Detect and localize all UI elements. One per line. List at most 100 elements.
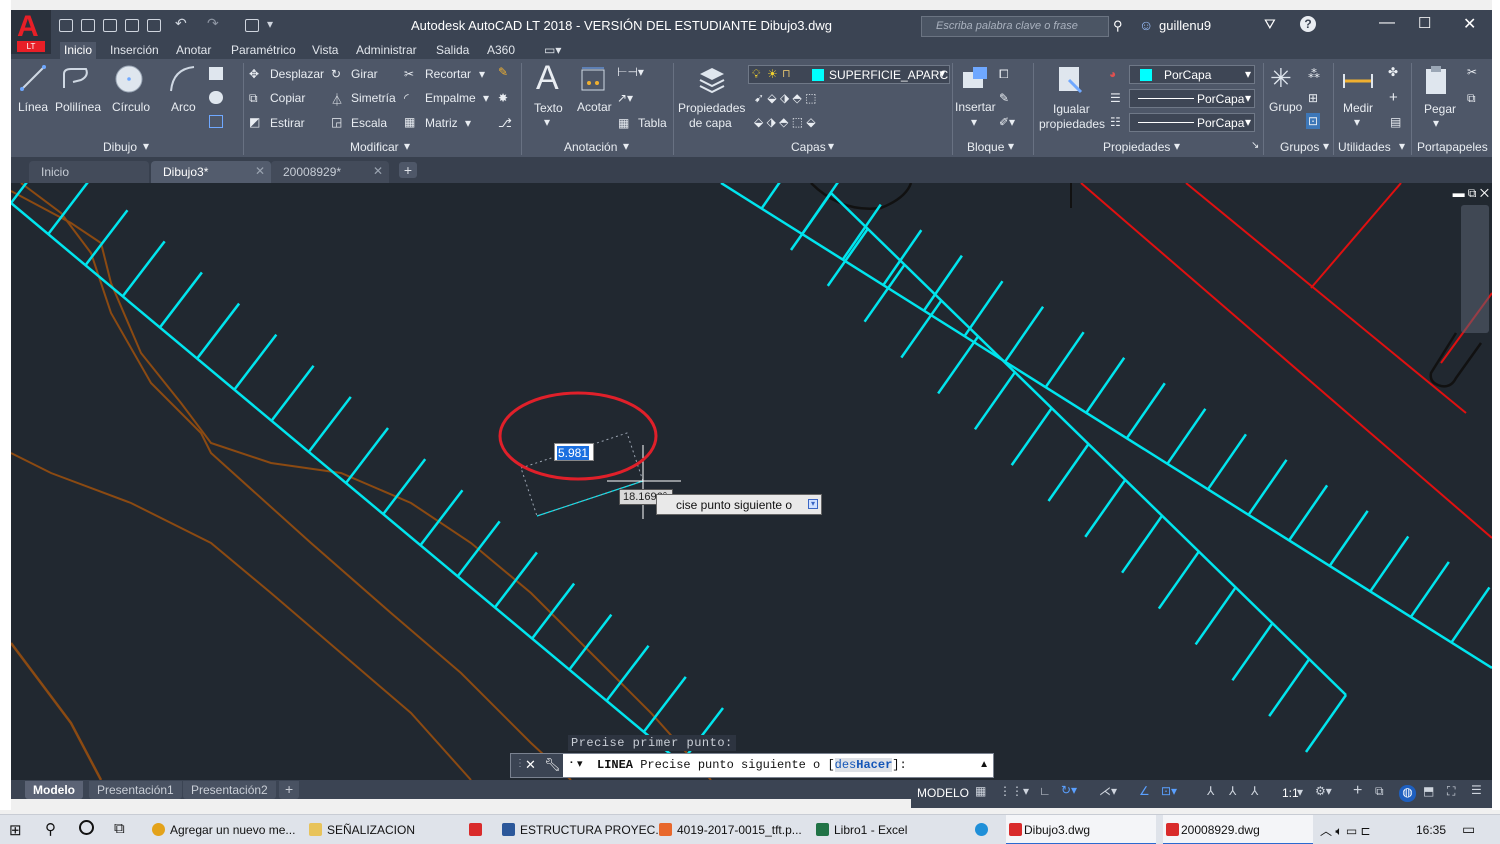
chevron-down-icon[interactable]: ▾: [404, 139, 410, 153]
maximize-button[interactable]: ☐: [1418, 14, 1431, 32]
restore-viewport-icon[interactable]: ⧉: [1468, 186, 1477, 200]
close-icon[interactable]: ✕: [255, 164, 265, 178]
application-menu-button[interactable]: A LT: [11, 10, 51, 54]
user-name[interactable]: guillenu9: [1159, 18, 1211, 33]
array-button[interactable]: Matriz: [425, 116, 458, 130]
chevron-down-icon[interactable]: ▾: [1433, 116, 1439, 130]
move-button[interactable]: Desplazar: [270, 67, 324, 81]
dimension-button[interactable]: Acotar: [577, 100, 612, 114]
tab-inicio[interactable]: Inicio: [60, 42, 97, 59]
table-button[interactable]: Tabla: [638, 116, 667, 130]
chevron-down-icon[interactable]: ▾: [143, 139, 149, 153]
match-properties-label-1[interactable]: Igualar: [1053, 102, 1090, 116]
isometric-icon[interactable]: ⋌▾: [1099, 784, 1117, 798]
chevron-down-icon[interactable]: ▾: [1297, 785, 1312, 799]
doc-tab-20008929[interactable]: 20008929* ✕: [271, 161, 389, 183]
tab-administrar[interactable]: Administrar: [356, 43, 417, 57]
copy-button[interactable]: Copiar: [270, 91, 305, 105]
navigation-bar[interactable]: [1461, 205, 1489, 333]
group-edit-icon[interactable]: ⊞: [1308, 91, 1318, 105]
taskbar-app-20008929[interactable]: 20008929.dwg: [1163, 815, 1313, 844]
chevron-down-icon[interactable]: ▾: [1174, 139, 1180, 153]
customization-menu-icon[interactable]: ☰: [1471, 783, 1486, 797]
group-button[interactable]: Grupo: [1269, 100, 1302, 114]
taskbar-app-acrobat[interactable]: [466, 815, 482, 844]
notifications-icon[interactable]: ▭: [1462, 821, 1475, 838]
insert-button[interactable]: Insertar: [955, 100, 996, 114]
taskbar-app-excel[interactable]: Libro1 - Excel: [816, 815, 907, 844]
units-icon[interactable]: ⧉: [1375, 784, 1390, 798]
object-snap-tracking-icon[interactable]: ∠: [1139, 784, 1154, 798]
chevron-down-icon[interactable]: ▾: [479, 67, 485, 81]
undo-option[interactable]: desHacer: [834, 758, 893, 772]
recent-commands-icon[interactable]: ⠂▾: [569, 757, 583, 770]
command-line[interactable]: ⋮ ✕ 🔧︎ ⠂▾ LINEA Precise punto siguiente …: [510, 753, 994, 778]
open-file-icon[interactable]: [81, 19, 95, 32]
panel-label-portapapeles[interactable]: Portapapeles: [1417, 140, 1488, 154]
binoculars-icon[interactable]: ⚲: [1113, 18, 1123, 34]
annotation-scale-icon[interactable]: ⅄: [1251, 784, 1266, 798]
new-tab-plus-icon[interactable]: +: [399, 162, 417, 178]
measure-button[interactable]: Medir: [1343, 101, 1373, 115]
taskbar-app-pdf[interactable]: 4019-2017-0015_tft.p...: [659, 815, 802, 844]
drawing-canvas[interactable]: 5.981 18.1696° cise punto siguiente o ▾ …: [11, 183, 1492, 780]
options-arrow-icon[interactable]: ▾: [808, 499, 818, 509]
trim-button[interactable]: Recortar: [425, 67, 471, 81]
quick-properties-icon[interactable]: ◍: [1399, 785, 1416, 802]
annotation-monitor-icon[interactable]: +: [1353, 782, 1368, 799]
group-selection-icon[interactable]: ⊡: [1306, 113, 1321, 129]
explode-icon[interactable]: ✸: [498, 91, 508, 105]
linear-dimension-icon[interactable]: ⊢⊣▾: [617, 65, 644, 79]
close-icon[interactable]: ✕: [525, 757, 536, 773]
annotation-visibility-icon[interactable]: ⅄: [1207, 784, 1222, 798]
object-snap-icon[interactable]: ⊡▾: [1161, 784, 1177, 798]
save-as-icon[interactable]: [125, 19, 139, 32]
linetype-dropdown[interactable]: PorCapa ▾: [1129, 113, 1255, 132]
region-icon[interactable]: [209, 115, 223, 128]
taskbar-app-edge[interactable]: [973, 815, 991, 844]
copy-clip-icon[interactable]: ⧉: [1467, 91, 1476, 106]
close-icon[interactable]: ✕: [373, 164, 383, 178]
tab-a360[interactable]: A360: [487, 43, 515, 57]
color-dropdown[interactable]: PorCapa ▾: [1129, 65, 1255, 84]
grid-icon[interactable]: ▦: [975, 784, 990, 798]
panel-label-anotacion[interactable]: Anotación: [564, 140, 617, 154]
dynamic-input-field[interactable]: 5.981: [554, 443, 594, 461]
layer-properties-label-1[interactable]: Propiedades: [678, 101, 745, 115]
taskbar-app-explorer[interactable]: SEÑALIZACION: [309, 815, 415, 844]
layer-properties-label-2[interactable]: de capa: [689, 116, 732, 130]
windows-start-icon[interactable]: ⊞: [9, 821, 22, 839]
stretch-button[interactable]: Estirar: [270, 116, 305, 130]
calculator-icon[interactable]: ▤: [1390, 115, 1401, 129]
fullscreen-icon[interactable]: ⛶: [1447, 784, 1462, 798]
circle-button[interactable]: Círculo: [112, 100, 150, 114]
fillet-button[interactable]: Empalme: [425, 91, 476, 105]
rectangle-icon[interactable]: [209, 67, 223, 80]
redo-icon[interactable]: ↷: [207, 15, 221, 31]
new-file-icon[interactable]: [59, 19, 73, 32]
point-style-icon[interactable]: ✤: [1388, 65, 1398, 79]
close-viewport-icon[interactable]: ✕: [1480, 186, 1489, 200]
cortana-icon[interactable]: [79, 820, 94, 835]
lineweight-dropdown[interactable]: PorCapa ▾: [1129, 89, 1255, 108]
ungroup-icon[interactable]: ⁂: [1308, 67, 1320, 81]
line-button[interactable]: Línea: [18, 100, 48, 114]
workspace-gear-icon[interactable]: ⚙▾: [1315, 784, 1332, 798]
tab-anotar[interactable]: Anotar: [176, 43, 211, 57]
chevron-down-icon[interactable]: ▾: [971, 115, 977, 129]
model-space-button[interactable]: MODELO: [917, 786, 969, 800]
panel-label-dibujo[interactable]: Dibujo: [103, 140, 137, 154]
clock[interactable]: 16:35: [1416, 823, 1446, 837]
isolate-objects-icon[interactable]: ⬒: [1423, 784, 1438, 798]
edit-block-icon[interactable]: ✎: [999, 91, 1009, 105]
panel-label-grupos[interactable]: Grupos: [1280, 140, 1319, 154]
tab-insercion[interactable]: Inserción: [110, 43, 159, 57]
text-button[interactable]: Texto: [534, 101, 563, 115]
layer-tools-row1-icons[interactable]: ➹ ⬙ ⬗ ⬘ ⬚: [754, 91, 816, 105]
tab-parametrico[interactable]: Paramétrico: [231, 43, 296, 57]
match-properties-label-2[interactable]: propiedades: [1039, 117, 1105, 131]
doc-tab-inicio[interactable]: Inicio: [29, 161, 149, 183]
snap-icon[interactable]: ⋮⋮▾: [999, 784, 1029, 798]
tab-vista[interactable]: Vista: [312, 43, 338, 57]
expand-history-icon[interactable]: ▲: [979, 759, 989, 770]
